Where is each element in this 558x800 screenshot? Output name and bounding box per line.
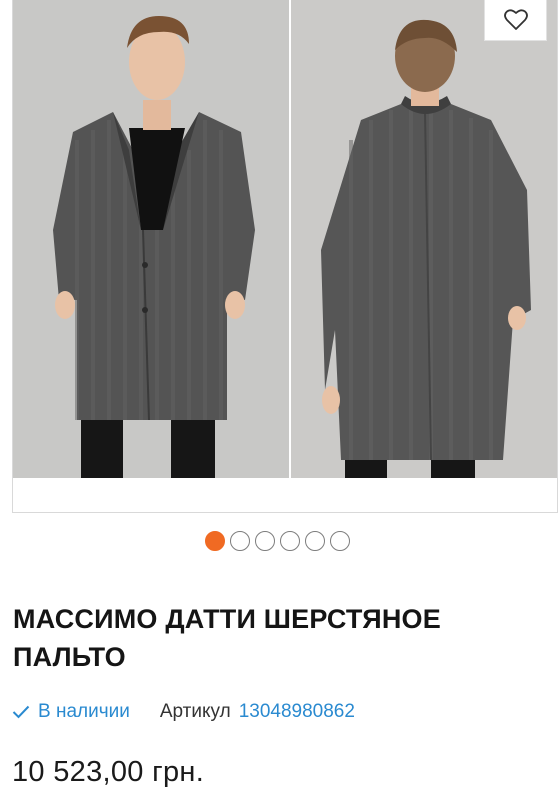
- gallery-dot-1[interactable]: [205, 531, 225, 551]
- product-gallery[interactable]: [12, 0, 558, 513]
- gallery-dot-4[interactable]: [280, 531, 300, 551]
- product-image-front[interactable]: [13, 0, 289, 478]
- gallery-dot-2[interactable]: [230, 531, 250, 551]
- heart-icon: [503, 9, 528, 30]
- product-price: 10 523,00 грн.: [12, 756, 205, 788]
- availability-row: В наличии Артикул 13048980862: [12, 701, 355, 723]
- stock-status-label: В наличии: [38, 701, 130, 722]
- wishlist-button[interactable]: [484, 0, 547, 41]
- sku-value[interactable]: 13048980862: [239, 701, 355, 723]
- sku-label: Артикул: [159, 701, 231, 722]
- product-image-back[interactable]: [291, 0, 557, 478]
- model-front-photo: [13, 0, 289, 478]
- check-icon: [12, 705, 30, 719]
- product-title: МАССИМО ДАТТИ ШЕРСТЯНОЕ ПАЛЬТО: [13, 604, 441, 672]
- model-back-photo: [291, 0, 557, 478]
- gallery-pagination: [205, 531, 350, 551]
- stock-status: В наличии: [12, 701, 130, 723]
- gallery-dot-5[interactable]: [305, 531, 325, 551]
- gallery-dot-3[interactable]: [255, 531, 275, 551]
- gallery-dot-6[interactable]: [330, 531, 350, 551]
